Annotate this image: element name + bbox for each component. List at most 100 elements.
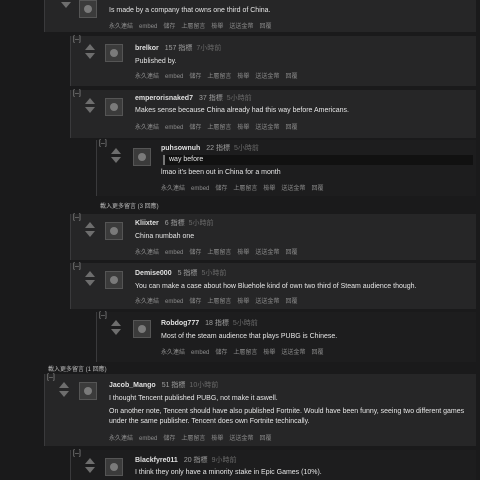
upvote-icon[interactable]	[85, 44, 95, 50]
report-link[interactable]: 檢舉	[237, 125, 249, 131]
downvote-icon[interactable]	[85, 107, 95, 113]
downvote-icon[interactable]	[61, 2, 71, 8]
save-link[interactable]: 儲存	[189, 250, 201, 256]
upvote-icon[interactable]	[85, 458, 95, 464]
downvote-icon[interactable]	[85, 467, 95, 473]
downvote-icon[interactable]	[85, 53, 95, 59]
report-link[interactable]: 檢舉	[237, 250, 249, 256]
downvote-icon[interactable]	[59, 391, 69, 397]
collapse-toggle[interactable]: [–]	[47, 374, 55, 381]
permalink-link[interactable]: 永久連結	[135, 125, 159, 131]
save-link[interactable]: 儲存	[215, 186, 227, 192]
save-link[interactable]: 儲存	[189, 299, 201, 305]
gild-link[interactable]: 送送金幣	[229, 24, 253, 30]
parent-link[interactable]: 上層留言	[207, 299, 231, 305]
collapse-toggle[interactable]: [–]	[73, 36, 81, 43]
embed-link[interactable]: embed	[191, 186, 209, 192]
report-link[interactable]: 檢舉	[211, 24, 223, 30]
downvote-icon[interactable]	[111, 329, 121, 335]
downvote-icon[interactable]	[85, 280, 95, 286]
comment-actions: 永久連結 embed 儲存 上層留言 檢舉 送送金幣 回覆	[135, 247, 303, 256]
author-link[interactable]: brelkor	[135, 45, 159, 52]
upvote-icon[interactable]	[85, 98, 95, 104]
embed-link[interactable]: embed	[165, 250, 183, 256]
permalink-link[interactable]: 永久連結	[109, 24, 133, 30]
parent-link[interactable]: 上層留言	[181, 436, 205, 442]
author-link[interactable]: Blackfyre011	[135, 457, 178, 464]
load-more-comments[interactable]: 載入更多留言 (3 回應)	[100, 201, 159, 210]
report-link[interactable]: 檢舉	[237, 299, 249, 305]
save-link[interactable]: 儲存	[163, 24, 175, 30]
author-link[interactable]: Kliixter	[135, 220, 159, 227]
reply-link[interactable]: 回覆	[311, 186, 323, 192]
upvote-icon[interactable]	[111, 148, 121, 154]
gild-link[interactable]: 送送金幣	[281, 350, 305, 356]
embed-link[interactable]: embed	[139, 436, 157, 442]
author-link[interactable]: Demise000	[135, 270, 172, 277]
upvote-icon[interactable]	[59, 382, 69, 388]
permalink-link[interactable]: 永久連結	[109, 436, 133, 442]
report-link[interactable]: 檢舉	[211, 436, 223, 442]
parent-link[interactable]: 上層留言	[207, 74, 231, 80]
embed-link[interactable]: embed	[191, 350, 209, 356]
permalink-link[interactable]: 永久連結	[135, 250, 159, 256]
author-link[interactable]: emperorisnaked7	[135, 95, 193, 102]
load-more-comments[interactable]: 載入更多留言 (1 回應)	[48, 364, 107, 373]
author-link[interactable]: puhsownuh	[161, 145, 200, 152]
collapse-toggle[interactable]: [–]	[73, 450, 81, 457]
author-link[interactable]: Jacob_Mango	[109, 382, 156, 389]
parent-link[interactable]: 上層留言	[207, 250, 231, 256]
save-link[interactable]: 儲存	[163, 436, 175, 442]
comment-actions: 永久連結 embed 儲存 上層留言 檢舉 送送金幣 回覆	[161, 183, 329, 192]
upvote-icon[interactable]	[111, 320, 121, 326]
reply-link[interactable]: 回覆	[285, 125, 297, 131]
downvote-icon[interactable]	[85, 231, 95, 237]
upvote-icon[interactable]	[85, 222, 95, 228]
reply-link[interactable]: 回覆	[311, 350, 323, 356]
comment-meta: Jacob_Mango 51 指標 10小時前	[109, 380, 218, 390]
gild-link[interactable]: 送送金幣	[255, 125, 279, 131]
collapse-toggle[interactable]: [–]	[73, 214, 81, 221]
downvote-icon[interactable]	[111, 157, 121, 163]
parent-link[interactable]: 上層留言	[207, 125, 231, 131]
points: 20 指標	[183, 457, 208, 464]
gild-link[interactable]: 送送金幣	[281, 186, 305, 192]
embed-link[interactable]: embed	[165, 299, 183, 305]
permalink-link[interactable]: 永久連結	[135, 299, 159, 305]
embed-link[interactable]: embed	[165, 125, 183, 131]
comment-meta: emperorisnaked7 37 指標 5小時前	[135, 93, 252, 103]
save-link[interactable]: 儲存	[215, 350, 227, 356]
permalink-link[interactable]: 永久連結	[161, 186, 185, 192]
save-link[interactable]: 儲存	[189, 74, 201, 80]
save-link[interactable]: 儲存	[189, 125, 201, 131]
collapse-toggle[interactable]: [–]	[73, 90, 81, 97]
embed-link[interactable]: embed	[139, 24, 157, 30]
parent-link[interactable]: 上層留言	[233, 350, 257, 356]
gild-link[interactable]: 送送金幣	[255, 299, 279, 305]
reply-link[interactable]: 回覆	[285, 250, 297, 256]
reply-link[interactable]: 回覆	[259, 24, 271, 30]
permalink-link[interactable]: 永久連結	[161, 350, 185, 356]
gild-link[interactable]: 送送金幣	[229, 436, 253, 442]
reply-link[interactable]: 回覆	[285, 74, 297, 80]
vote-arrows	[83, 458, 97, 473]
collapse-toggle[interactable]: [–]	[73, 263, 81, 270]
comment-meta: puhsownuh 22 指標 5小時前	[161, 143, 259, 153]
gild-link[interactable]: 送送金幣	[255, 74, 279, 80]
author-link[interactable]: Robdog777	[161, 320, 199, 327]
reply-link[interactable]: 回覆	[259, 436, 271, 442]
embed-link[interactable]: embed	[165, 74, 183, 80]
report-link[interactable]: 檢舉	[237, 74, 249, 80]
comment-body: China numbah one	[135, 233, 195, 240]
collapse-toggle[interactable]: [–]	[99, 140, 107, 147]
report-link[interactable]: 檢舉	[263, 350, 275, 356]
permalink-link[interactable]: 永久連結	[135, 74, 159, 80]
collapse-toggle[interactable]: [–]	[99, 312, 107, 319]
parent-link[interactable]: 上層留言	[233, 186, 257, 192]
comment-0: Is made by a company that owns one third…	[44, 0, 476, 32]
report-link[interactable]: 檢舉	[263, 186, 275, 192]
reply-link[interactable]: 回覆	[285, 299, 297, 305]
gild-link[interactable]: 送送金幣	[255, 250, 279, 256]
parent-link[interactable]: 上層留言	[181, 24, 205, 30]
upvote-icon[interactable]	[85, 271, 95, 277]
